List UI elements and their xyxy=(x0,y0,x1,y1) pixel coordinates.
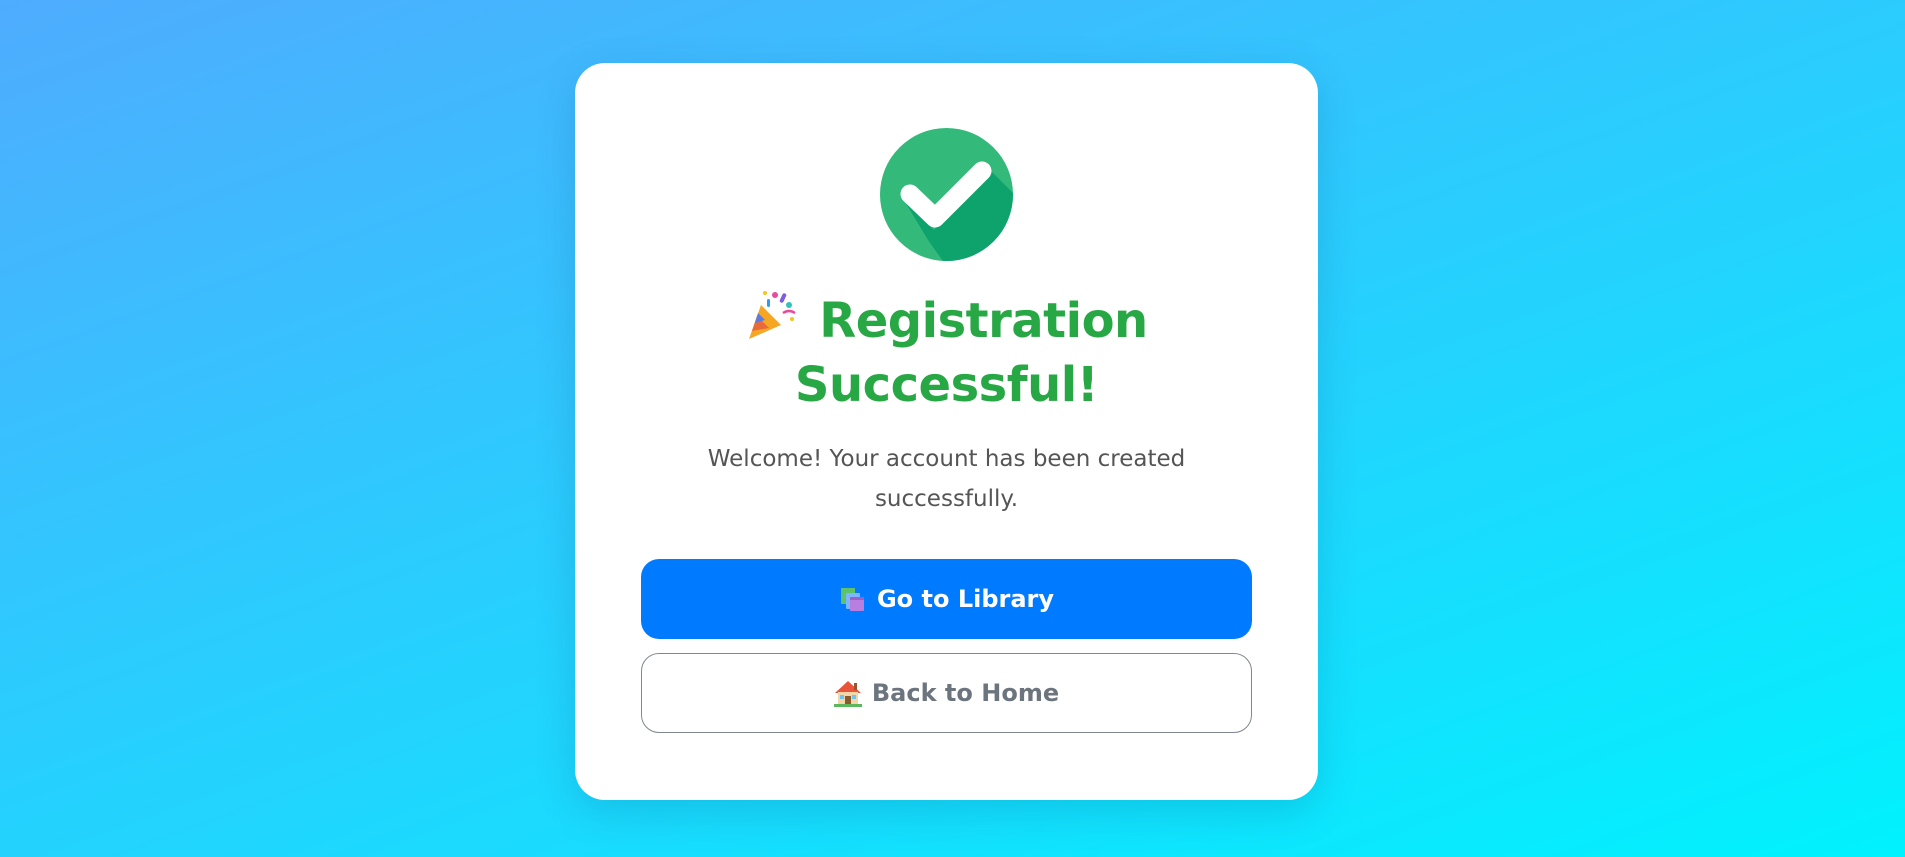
house-icon xyxy=(833,679,862,707)
party-popper-icon xyxy=(745,289,797,341)
books-icon xyxy=(839,585,867,613)
back-to-home-button[interactable]: Back to Home xyxy=(641,653,1252,733)
title-text: Registration Successful! xyxy=(794,293,1148,413)
welcome-message: Welcome! Your account has been created s… xyxy=(707,446,1186,512)
go-to-library-label: Go to Library xyxy=(876,585,1055,613)
back-to-home-label: Back to Home xyxy=(871,679,1060,707)
page-title: Registration Successful! xyxy=(635,289,1258,417)
registration-success-card: Registration Successful! Welcome! Your a… xyxy=(575,63,1318,800)
check-circle-icon xyxy=(880,128,1013,261)
go-to-library-button[interactable]: Go to Library xyxy=(641,559,1252,639)
